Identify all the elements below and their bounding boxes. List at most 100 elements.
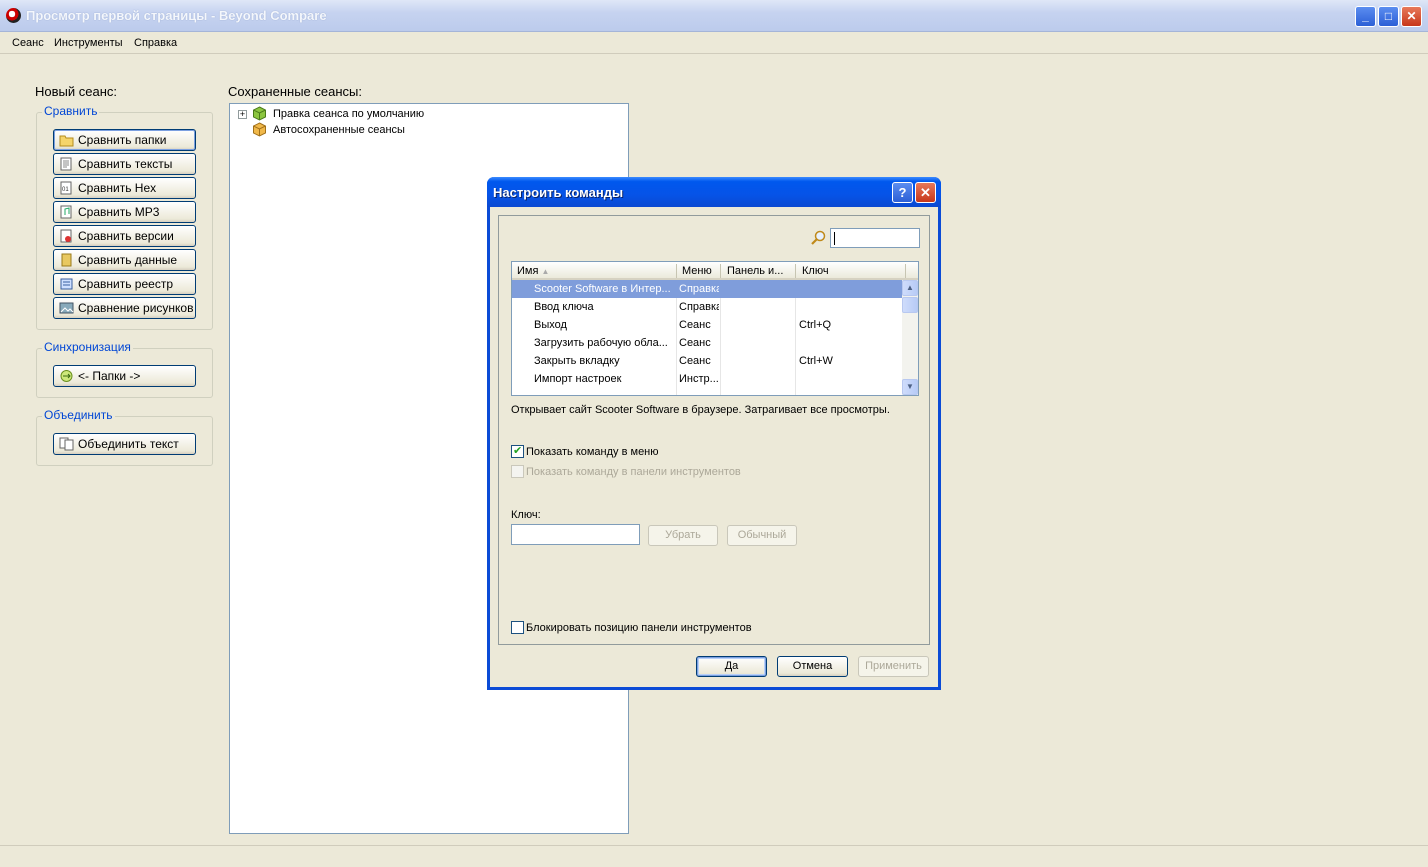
text-file-icon: [60, 157, 72, 171]
compare-text-button[interactable]: Сравнить тексты: [53, 153, 196, 175]
text-caret: [834, 232, 835, 245]
show-in-toolbar-label: Показать команду в панели инструментов: [526, 466, 741, 478]
compare-versions-button[interactable]: Сравнить версии: [53, 225, 196, 247]
column-header-key[interactable]: Ключ: [802, 265, 829, 277]
search-icon: [811, 230, 826, 245]
sort-ascending-icon: ▲: [541, 267, 550, 276]
merge-group: Объединить Объединить текст: [36, 408, 213, 466]
compare-data-label: Сравнить данные: [78, 253, 178, 267]
table-row[interactable]: Загрузить рабочую обла... Сеанс: [512, 334, 902, 352]
table-cell: Справка: [679, 283, 719, 295]
music-file-icon: [60, 205, 72, 219]
table-cell: Scooter Software в Интер...: [534, 283, 671, 295]
menu-session[interactable]: Сеанс: [12, 37, 44, 49]
column-separator[interactable]: [720, 264, 721, 278]
show-in-toolbar-checkbox[interactable]: [511, 465, 524, 478]
compare-text-label: Сравнить тексты: [78, 157, 173, 171]
cancel-button[interactable]: Отмена: [777, 656, 848, 677]
lock-toolbar-checkbox[interactable]: [511, 621, 524, 634]
dialog-panel: Имя ▲ Меню Панель и... Ключ Scooter Soft…: [498, 215, 930, 645]
sync-group-title: Синхронизация: [42, 340, 133, 354]
merge-text-label: Объединить текст: [78, 437, 179, 451]
compare-folders-button[interactable]: Сравнить папки: [53, 129, 196, 151]
table-cell: Сеанс: [679, 319, 711, 331]
dialog-title-bar: Настроить команды ? ✕: [487, 177, 941, 207]
data-file-icon: [61, 253, 72, 267]
hex-file-icon: 01: [60, 181, 72, 195]
compare-registry-label: Сравнить реестр: [78, 277, 173, 291]
compare-mp3-label: Сравнить MP3: [78, 205, 160, 219]
search-input[interactable]: [830, 228, 920, 248]
column-header-menu[interactable]: Меню: [682, 265, 712, 277]
key-label: Ключ:: [511, 509, 541, 521]
window-title: Просмотр первой страницы - Beyond Compar…: [26, 8, 327, 23]
folder-icon: [59, 135, 74, 147]
picture-icon: [59, 302, 74, 314]
compare-registry-button[interactable]: Сравнить реестр: [53, 273, 196, 295]
table-cell: Ctrl+Q: [799, 319, 832, 331]
default-key-button[interactable]: Обычный: [727, 525, 797, 546]
table-cell: Загрузить рабочую обла...: [534, 337, 668, 349]
table-row[interactable]: Scooter Software в Интер... Справка: [512, 280, 902, 298]
scroll-thumb[interactable]: [902, 297, 918, 313]
menu-bar: Сеанс Инструменты Справка: [0, 32, 1428, 54]
dialog-title: Настроить команды: [493, 185, 624, 200]
table-cell: Ввод ключа: [534, 301, 594, 313]
show-in-menu-label: Показать команду в меню: [526, 446, 659, 458]
menu-help[interactable]: Справка: [134, 37, 177, 49]
sync-icon: [60, 370, 73, 382]
window-title-bar: Просмотр первой страницы - Beyond Compar…: [0, 0, 1428, 32]
tree-item-label: Автосохраненные сеансы: [273, 124, 405, 136]
dialog-close-icon[interactable]: ✕: [915, 182, 936, 203]
sync-group: Синхронизация <- Папки ->: [36, 340, 213, 398]
ok-button[interactable]: Да: [696, 656, 767, 677]
compare-pictures-button[interactable]: Сравнение рисунков: [53, 297, 196, 319]
version-file-icon: [60, 229, 72, 243]
sync-folders-button[interactable]: <- Папки ->: [53, 365, 196, 387]
table-row[interactable]: Закрыть вкладку Сеанс Ctrl+W: [512, 352, 902, 370]
column-separator[interactable]: [676, 264, 677, 278]
merge-text-button[interactable]: Объединить текст: [53, 433, 196, 455]
apply-button[interactable]: Применить: [858, 656, 929, 677]
lock-toolbar-label: Блокировать позицию панели инструментов: [526, 622, 752, 634]
table-cell: Сеанс: [679, 337, 711, 349]
table-row[interactable]: Импорт настроек Инстр...: [512, 370, 902, 388]
table-row[interactable]: Выход Сеанс Ctrl+Q: [512, 316, 902, 334]
expand-icon[interactable]: +: [238, 110, 247, 119]
table-cell: Сеанс: [679, 355, 711, 367]
commands-table: Имя ▲ Меню Панель и... Ключ Scooter Soft…: [511, 261, 919, 396]
compare-data-button[interactable]: Сравнить данные: [53, 249, 196, 271]
compare-versions-label: Сравнить версии: [78, 229, 174, 243]
minimize-icon[interactable]: _: [1355, 6, 1376, 27]
sync-folders-label: <- Папки ->: [78, 369, 141, 383]
close-icon[interactable]: ✕: [1401, 6, 1422, 27]
svg-text:01: 01: [62, 187, 69, 193]
compare-mp3-button[interactable]: Сравнить MP3: [53, 201, 196, 223]
compare-folders-label: Сравнить папки: [78, 133, 167, 147]
menu-tools[interactable]: Инструменты: [54, 37, 123, 49]
merge-group-title: Объединить: [42, 408, 115, 422]
merge-icon: [59, 437, 74, 451]
table-header: Имя ▲ Меню Панель и... Ключ: [512, 262, 918, 280]
compare-hex-button[interactable]: 01 Сравнить Hex: [53, 177, 196, 199]
status-bar: [0, 845, 1428, 867]
column-separator[interactable]: [795, 264, 796, 278]
table-cell: Закрыть вкладку: [534, 355, 620, 367]
table-cell: Импорт настроек: [534, 373, 622, 385]
help-icon[interactable]: ?: [892, 182, 913, 203]
app-icon: [6, 8, 21, 23]
scroll-down-icon[interactable]: ▼: [902, 379, 918, 395]
table-row[interactable]: Ввод ключа Справка: [512, 298, 902, 316]
column-header-name[interactable]: Имя ▲: [517, 265, 549, 277]
remove-key-button[interactable]: Убрать: [648, 525, 718, 546]
table-scrollbar[interactable]: ▲ ▼: [902, 280, 918, 395]
show-in-menu-checkbox[interactable]: [511, 444, 524, 458]
scroll-up-icon[interactable]: ▲: [902, 280, 918, 296]
table-cell: Ctrl+W: [799, 355, 833, 367]
command-description: Открывает сайт Scooter Software в браузе…: [511, 404, 890, 416]
column-separator[interactable]: [905, 264, 906, 278]
maximize-icon[interactable]: □: [1378, 6, 1399, 27]
compare-group: Сравнить Сравнить папки Сравнить тексты …: [36, 104, 213, 330]
key-input[interactable]: [511, 524, 640, 545]
column-header-toolbar[interactable]: Панель и...: [727, 265, 783, 277]
